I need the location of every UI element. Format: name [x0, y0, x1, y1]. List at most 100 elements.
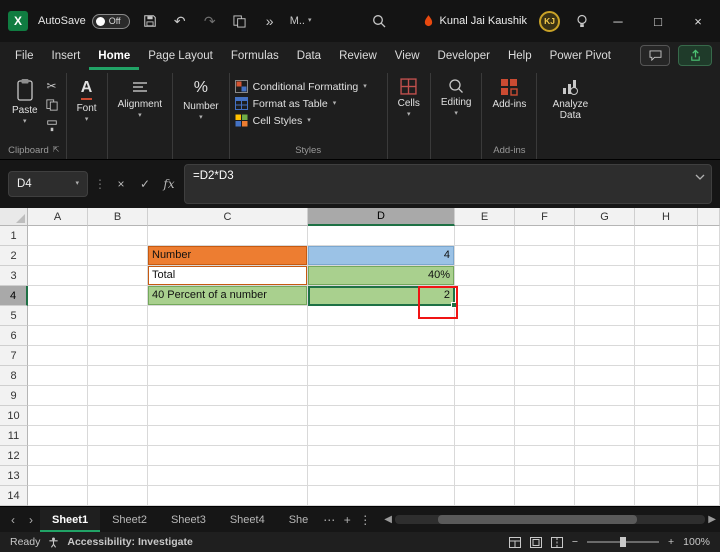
cell-B11[interactable] [88, 426, 148, 446]
cell-H8[interactable] [635, 366, 698, 386]
cell-C6[interactable] [148, 326, 308, 346]
insert-function-icon[interactable]: fx [160, 177, 178, 191]
cell-H6[interactable] [635, 326, 698, 346]
sheet-nav-right-icon[interactable]: › [22, 507, 40, 532]
cell-D6[interactable] [308, 326, 455, 346]
cell-E4[interactable] [455, 286, 515, 306]
cell-F11[interactable] [515, 426, 575, 446]
cell-E14[interactable] [455, 486, 515, 506]
cell-H13[interactable] [635, 466, 698, 486]
menu-tab-home[interactable]: Home [89, 42, 139, 70]
cell-B14[interactable] [88, 486, 148, 506]
zoom-slider[interactable] [587, 541, 659, 543]
cell-A7[interactable] [28, 346, 88, 366]
cell-E12[interactable] [455, 446, 515, 466]
horizontal-scrollbar[interactable]: ◀ ▶ [384, 507, 716, 532]
cell-D13[interactable] [308, 466, 455, 486]
cell-B13[interactable] [88, 466, 148, 486]
cell-H5[interactable] [635, 306, 698, 326]
cell-A11[interactable] [28, 426, 88, 446]
cell-E5[interactable] [455, 306, 515, 326]
more-sheets-icon[interactable]: ⋯ [320, 507, 338, 532]
cell-A10[interactable] [28, 406, 88, 426]
cell-C5[interactable] [148, 306, 308, 326]
cells-button[interactable]: Cells ▾ [393, 75, 425, 121]
cell-F9[interactable] [515, 386, 575, 406]
row-header-7[interactable]: 7 [0, 346, 28, 366]
zoom-out-icon[interactable]: − [572, 536, 578, 548]
number-button[interactable]: % Number ▾ [178, 75, 224, 124]
cell-A6[interactable] [28, 326, 88, 346]
format-as-table-button[interactable]: Format as Table▾ [235, 97, 367, 110]
menu-tab-developer[interactable]: Developer [429, 42, 499, 70]
row-header-13[interactable]: 13 [0, 466, 28, 486]
cell-D1[interactable] [308, 226, 455, 246]
cell-B5[interactable] [88, 306, 148, 326]
cell-D8[interactable] [308, 366, 455, 386]
cell-D7[interactable] [308, 346, 455, 366]
cell-G4[interactable] [575, 286, 635, 306]
cell-A3[interactable] [28, 266, 88, 286]
cell-C7[interactable] [148, 346, 308, 366]
cell-C3[interactable]: Total [148, 266, 308, 286]
comments-button[interactable] [640, 45, 670, 66]
scrollbar-track[interactable] [395, 515, 705, 524]
cell-B2[interactable] [88, 246, 148, 266]
cell-F2[interactable] [515, 246, 575, 266]
cell-F13[interactable] [515, 466, 575, 486]
redo-icon[interactable]: ↷ [200, 11, 220, 31]
lightbulb-icon[interactable] [572, 11, 592, 31]
row-header-1[interactable]: 1 [0, 226, 28, 246]
paste-button[interactable]: Paste ▾ [7, 75, 43, 128]
cell-E6[interactable] [455, 326, 515, 346]
row-header-9[interactable]: 9 [0, 386, 28, 406]
cell-A12[interactable] [28, 446, 88, 466]
format-painter-icon[interactable] [46, 120, 58, 134]
menu-tab-help[interactable]: Help [499, 42, 541, 70]
cell-C2[interactable]: Number [148, 246, 308, 266]
cell-C13[interactable] [148, 466, 308, 486]
cell-H10[interactable] [635, 406, 698, 426]
cell-C10[interactable] [148, 406, 308, 426]
cell-G9[interactable] [575, 386, 635, 406]
formula-input[interactable]: =D2*D3 [184, 164, 712, 204]
page-layout-view-icon[interactable] [530, 537, 542, 548]
row-header-8[interactable]: 8 [0, 366, 28, 386]
cell-F3[interactable] [515, 266, 575, 286]
cell-F1[interactable] [515, 226, 575, 246]
cell-B9[interactable] [88, 386, 148, 406]
name-box[interactable]: D4 ▾ [8, 171, 88, 197]
menu-tab-formulas[interactable]: Formulas [222, 42, 288, 70]
cell-D3[interactable]: 40% [308, 266, 455, 286]
menu-tab-file[interactable]: File [6, 42, 43, 70]
cut-icon[interactable]: ✂ [47, 80, 57, 92]
alignment-button[interactable]: Alignment ▾ [113, 75, 167, 122]
menu-tab-view[interactable]: View [386, 42, 429, 70]
cell-A8[interactable] [28, 366, 88, 386]
sheet-tab-she[interactable]: She [277, 507, 321, 532]
sheet-nav-left-icon[interactable]: ‹ [4, 507, 22, 532]
column-header-A[interactable]: A [28, 208, 88, 226]
enter-entry-icon[interactable]: ✓ [136, 177, 154, 191]
cell-G6[interactable] [575, 326, 635, 346]
cell-F12[interactable] [515, 446, 575, 466]
accessibility-status[interactable]: Accessibility: Investigate [67, 536, 192, 548]
cell-F6[interactable] [515, 326, 575, 346]
menu-tab-review[interactable]: Review [330, 42, 386, 70]
cell-B4[interactable] [88, 286, 148, 306]
cell-E10[interactable] [455, 406, 515, 426]
cell-C8[interactable] [148, 366, 308, 386]
row-header-11[interactable]: 11 [0, 426, 28, 446]
zoom-level[interactable]: 100% [683, 536, 710, 548]
cell-A13[interactable] [28, 466, 88, 486]
cell-F10[interactable] [515, 406, 575, 426]
excel-logo-icon[interactable]: X [8, 11, 28, 31]
cell-C11[interactable] [148, 426, 308, 446]
cell-G12[interactable] [575, 446, 635, 466]
menu-tab-insert[interactable]: Insert [43, 42, 90, 70]
search-icon[interactable] [372, 14, 386, 31]
clipboard-dialog-launcher-icon[interactable]: ⇱ [53, 145, 60, 156]
column-header-B[interactable]: B [88, 208, 148, 226]
cell-D2[interactable]: 4 [308, 246, 455, 266]
cell-B6[interactable] [88, 326, 148, 346]
